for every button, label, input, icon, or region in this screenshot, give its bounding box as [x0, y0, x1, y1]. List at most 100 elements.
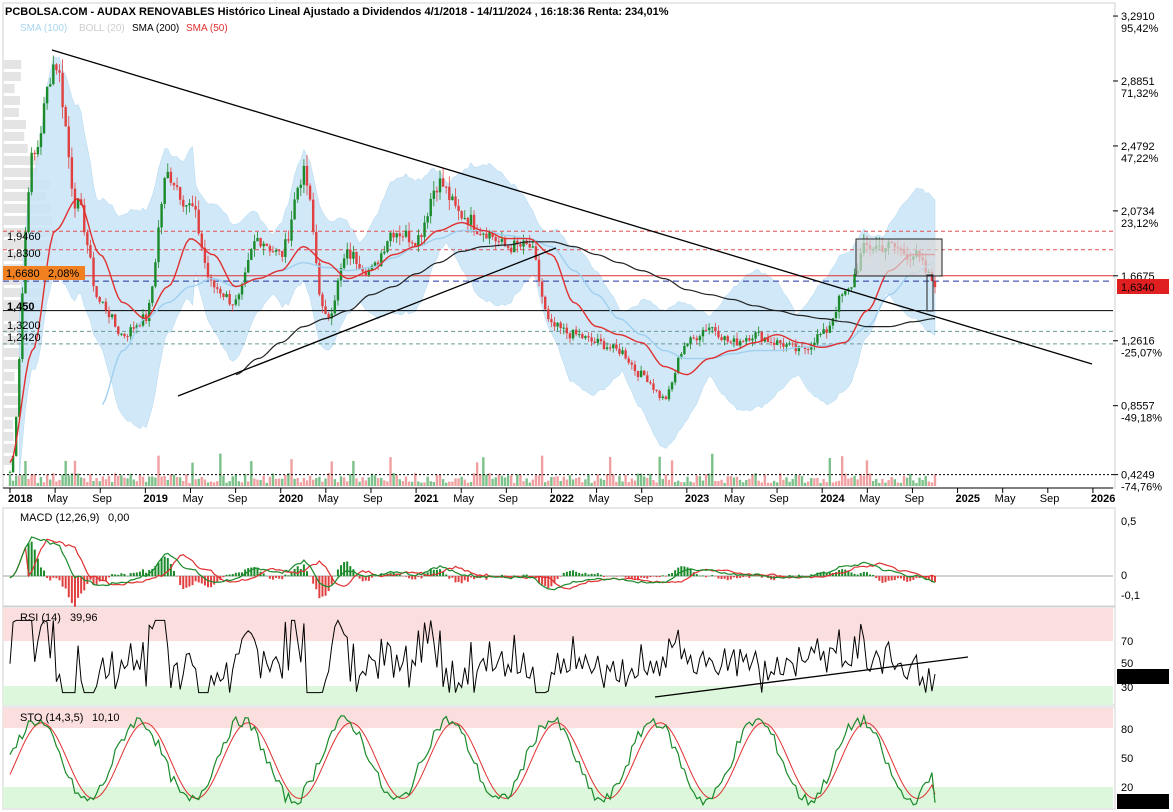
volume-profile-bar: [3, 420, 13, 429]
volume-bar: [182, 481, 185, 486]
candle: [169, 171, 173, 183]
macd-histogram-bar: [160, 558, 163, 577]
volume-bar: [169, 474, 173, 486]
volume-bar: [268, 476, 272, 486]
candle: [157, 227, 160, 263]
macd-histogram-bar: [346, 561, 349, 577]
volume-bar: [89, 474, 92, 486]
volume-bar: [370, 473, 374, 486]
macd-axis-bottom: -0,1: [1121, 590, 1140, 602]
candle: [544, 296, 547, 310]
volume-bar: [723, 482, 726, 486]
rsi-value: 39,96: [70, 612, 98, 624]
macd-histogram-bar: [138, 571, 141, 577]
macd-histogram-bar: [222, 576, 225, 578]
stock-chart[interactable]: PCBOLSA.COM - AUDAX RENOVABLES Histórico…: [0, 0, 1173, 812]
candle: [537, 259, 541, 282]
candle: [745, 338, 748, 342]
volume-bar: [608, 457, 612, 486]
volume-bar: [407, 481, 411, 486]
candle: [729, 341, 733, 343]
macd-histogram-bar: [52, 576, 55, 578]
macd-histogram-bar: [915, 576, 918, 579]
time-axis-label: Sep: [1040, 493, 1060, 505]
candle: [290, 219, 293, 241]
candle: [630, 362, 634, 365]
candle: [469, 214, 473, 225]
volume-bar: [519, 475, 522, 486]
macd-histogram-bar: [655, 576, 658, 578]
macd-histogram-bar: [711, 575, 714, 577]
volume-bar: [14, 475, 18, 486]
time-axis-label: 2020: [279, 493, 303, 505]
volume-bar: [373, 475, 377, 486]
candle: [401, 236, 405, 238]
candle: [711, 327, 714, 329]
candle: [151, 286, 154, 303]
macd-histogram-bar: [695, 574, 698, 577]
candle: [98, 296, 101, 302]
volume-bar: [909, 473, 912, 486]
candle: [720, 337, 723, 341]
volume-bar: [834, 481, 838, 486]
volume-bar: [500, 475, 504, 486]
sto-axis-20: 20: [1121, 782, 1133, 794]
volume-bar: [516, 474, 519, 486]
macd-histogram-bar: [736, 576, 739, 579]
volume-bar: [714, 481, 717, 486]
volume-bar: [686, 476, 689, 486]
candle: [479, 234, 482, 236]
volume-bar: [259, 480, 262, 486]
macd-histogram-bar: [872, 574, 875, 577]
candle: [723, 336, 726, 341]
volume-bar: [581, 482, 584, 486]
macd-histogram-bar: [797, 574, 800, 577]
candle: [86, 232, 89, 246]
volume-bar: [612, 474, 615, 486]
price-axis-pct: 95,42%: [1121, 23, 1159, 35]
volume-bar: [655, 482, 658, 486]
macd-histogram-bar: [132, 572, 135, 577]
volume-bar: [738, 479, 742, 486]
volume-profile-bar: [3, 132, 25, 141]
volume-bar: [881, 478, 884, 486]
candle: [485, 233, 488, 239]
macd-histogram-bar: [374, 575, 377, 577]
volume-bar: [506, 475, 510, 486]
candle: [741, 341, 745, 343]
volume-bar: [593, 480, 596, 486]
candle: [299, 184, 303, 188]
volume-bar: [49, 479, 52, 486]
price-axis-pct: -74,76%: [1121, 482, 1162, 494]
volume-bar: [358, 481, 361, 486]
candle: [132, 327, 135, 329]
volume-bar: [445, 482, 448, 486]
candle: [293, 199, 296, 220]
volume-bar: [479, 475, 482, 486]
volume-bar: [574, 478, 578, 486]
candle: [321, 294, 324, 307]
range-box[interactable]: [855, 238, 943, 277]
macd-histogram-bar: [729, 576, 732, 580]
candle: [228, 293, 231, 305]
volume-bar: [639, 473, 643, 486]
candle: [160, 203, 163, 228]
volume-bar: [810, 478, 813, 486]
volume-bar: [590, 482, 593, 486]
macd-histogram-bar: [287, 575, 290, 577]
price-axis-pct: 47,22%: [1121, 153, 1159, 165]
candle: [70, 157, 74, 189]
volume-bar: [550, 476, 553, 486]
candle: [336, 280, 340, 301]
candle: [305, 165, 309, 186]
candle: [95, 286, 98, 297]
time-axis-label: May: [318, 493, 339, 505]
macd-histogram-bar: [123, 573, 126, 577]
volume-bar: [831, 482, 835, 486]
candle: [423, 222, 426, 238]
volume-bar: [277, 478, 281, 486]
volume-bar: [482, 457, 485, 486]
volume-bar: [107, 475, 111, 486]
volume-bar: [695, 475, 698, 486]
volume-bar: [782, 479, 785, 486]
